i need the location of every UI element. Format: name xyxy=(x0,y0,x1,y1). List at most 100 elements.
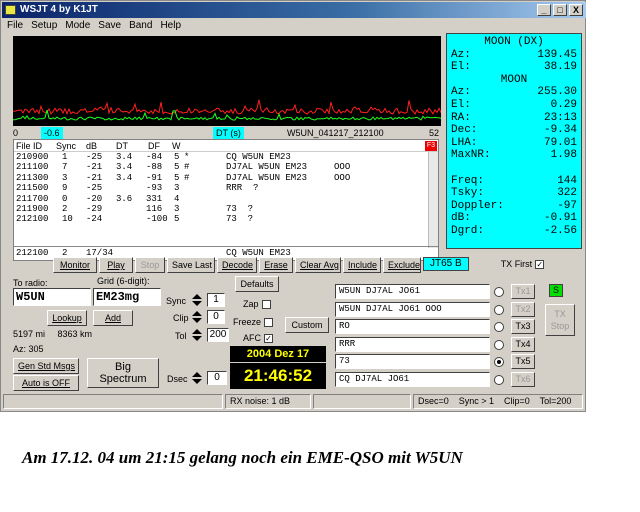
cell-df: -91 xyxy=(146,172,163,183)
tx-radio[interactable] xyxy=(494,357,504,368)
status-params: Dsec=0 Sync > 1 Clip=0 Tol=200 xyxy=(413,394,583,409)
sync-input[interactable]: 1 xyxy=(207,293,225,307)
tx-first-toggle[interactable]: TX First ✓ xyxy=(501,257,545,273)
menu-setup[interactable]: Setup xyxy=(31,19,57,33)
afc-checkbox[interactable]: ✓ xyxy=(264,334,273,344)
zap-toggle[interactable]: Zap xyxy=(243,299,271,310)
tx-message-input[interactable]: CQ DJ7AL JO61 xyxy=(335,372,490,387)
custom-button[interactable]: Custom xyxy=(285,317,329,333)
tx-message-input[interactable]: RRR xyxy=(335,336,490,352)
include-button[interactable]: Include xyxy=(343,257,381,273)
tol-spin-icon[interactable] xyxy=(190,328,204,342)
tx-radio[interactable] xyxy=(494,304,504,315)
distance: 5197 mi 8363 km xyxy=(13,329,93,339)
table-row[interactable]: 211700 0 -20 3.6 331 4 xyxy=(14,194,438,204)
play-button[interactable]: Play xyxy=(99,257,133,273)
erase-button[interactable]: Erase xyxy=(259,257,293,273)
exclude-button[interactable]: Exclude xyxy=(383,257,421,273)
tx-radio[interactable] xyxy=(494,339,504,350)
azimuth: Az: 305 xyxy=(13,344,44,354)
menu-mode[interactable]: Mode xyxy=(65,19,90,33)
close-button[interactable]: X xyxy=(569,4,583,16)
moon-key: Doppler: xyxy=(451,199,504,212)
stop-button[interactable]: Stop xyxy=(135,257,165,273)
cell-text: CQ W5UN EM23 xyxy=(226,152,291,162)
afc-toggle[interactable]: AFC ✓ xyxy=(243,333,273,344)
menu-save[interactable]: Save xyxy=(98,19,121,33)
tol-label: Tol xyxy=(175,331,187,341)
menu-band[interactable]: Band xyxy=(129,19,152,33)
tx-radio[interactable] xyxy=(494,375,504,385)
cell-text: RRR ? xyxy=(226,183,259,194)
freeze-checkbox[interactable] xyxy=(264,318,274,328)
tx-stop-button[interactable]: TX Stop xyxy=(545,304,575,336)
cell-sync: 10 xyxy=(62,214,73,225)
tx-button[interactable]: Tx2 xyxy=(511,301,535,317)
cell-id: 211500 xyxy=(16,183,49,194)
tx-first-checkbox[interactable]: ✓ xyxy=(535,260,545,270)
menu-file[interactable]: File xyxy=(7,19,23,33)
dsec-input[interactable]: 0 xyxy=(207,371,227,385)
tx-button[interactable]: Tx3 xyxy=(511,319,535,335)
moon-row: Az: 139.45 xyxy=(451,49,577,62)
moon-key: RA: xyxy=(451,111,471,124)
save-last-button[interactable]: Save Last xyxy=(167,257,215,273)
clip-input[interactable]: 0 xyxy=(207,310,225,324)
menu-help[interactable]: Help xyxy=(160,19,181,33)
status-rx-noise: RX noise: 1 dB xyxy=(225,394,311,409)
lookup-button[interactable]: Lookup xyxy=(47,310,87,326)
defaults-button[interactable]: Defaults xyxy=(235,276,279,292)
header-sync: Sync xyxy=(56,141,77,151)
tol-input[interactable]: 200 xyxy=(207,328,229,342)
table-row[interactable]: 211500 9 -25 -93 3 RRR ? xyxy=(14,183,438,193)
sync-spin-icon[interactable] xyxy=(190,293,204,307)
call-input[interactable]: W5UN xyxy=(13,288,91,306)
table-row[interactable]: 211300 3 -21 3.4 -91 5 # DJ7AL W5UN EM23 OOO xyxy=(14,173,438,183)
cell-id: 211900 xyxy=(16,203,49,214)
moon-row: Doppler: -97 xyxy=(451,200,577,213)
clip-spin-icon[interactable] xyxy=(190,310,204,324)
freeze-toggle[interactable]: Freeze xyxy=(233,317,274,328)
grid-input[interactable]: EM23mg xyxy=(93,288,161,306)
tx-message-input[interactable]: W5UN DJ7AL JO61 xyxy=(335,284,490,299)
decode-button[interactable]: Decode xyxy=(217,257,257,273)
moon-dx-title: MOON (DX) xyxy=(484,36,544,48)
moon-value: -97 xyxy=(557,199,577,212)
moon-key: Dgrd: xyxy=(451,224,485,237)
big-spectrum-label-2: Spectrum xyxy=(99,373,147,385)
tx-button[interactable]: Tx6 xyxy=(511,372,535,387)
moon-key: Tsky: xyxy=(451,187,485,200)
tx-button[interactable]: Tx5 xyxy=(511,354,535,370)
tx-message-input[interactable]: W5UN DJ7AL JO61 OOO xyxy=(335,301,490,317)
auto-button[interactable]: Auto is OFF xyxy=(13,375,79,391)
add-button[interactable]: Add xyxy=(93,310,133,326)
file-name: W5UN_041217_212100 xyxy=(287,128,384,138)
dsec-spin-icon[interactable] xyxy=(190,371,204,385)
moon-value: 255.30 xyxy=(537,86,577,99)
zap-checkbox[interactable] xyxy=(261,300,271,310)
clear-avg-button[interactable]: Clear Avg xyxy=(295,257,341,273)
table-row[interactable]: 210900 1 -25 3.4 -84 5 * CQ W5UN EM23 xyxy=(14,152,438,162)
tx-message-input[interactable]: RO xyxy=(335,319,490,335)
table-row[interactable]: 211900 2 -29 116 3 73 ? xyxy=(14,204,438,214)
big-spectrum-button[interactable]: Big Spectrum xyxy=(87,358,159,388)
tx-message-input[interactable]: 73 xyxy=(335,354,490,370)
spectrum-display[interactable] xyxy=(13,36,441,126)
tx-radio[interactable] xyxy=(494,322,504,333)
cell-id: 211300 xyxy=(16,172,49,183)
moon-row: RA: 23:13 xyxy=(451,112,577,125)
decode-list[interactable]: File ID Sync dB DT DF W F3 210900 1 -25 3.4… xyxy=(13,139,439,261)
tx-radio[interactable] xyxy=(494,287,504,297)
monitor-button[interactable]: Monitor xyxy=(53,257,97,273)
gen-std-msgs-button[interactable]: Gen Std Msgs xyxy=(13,358,79,374)
minimize-button[interactable]: _ xyxy=(537,4,551,16)
table-row[interactable]: 211100 7 -21 3.4 -88 5 # DJ7AL W5UN EM23 OOO xyxy=(14,162,438,172)
tx-button[interactable]: Tx1 xyxy=(511,284,535,299)
title-bar[interactable]: WSJT 4 by K1JT _ □ X xyxy=(2,2,586,18)
maximize-button[interactable]: □ xyxy=(553,4,567,16)
table-row[interactable]: 212100 10 -24 -100 5 73 ? xyxy=(14,214,438,224)
list-scrollbar[interactable] xyxy=(428,152,438,248)
cell-w: 3 xyxy=(174,203,180,214)
tx-button[interactable]: Tx4 xyxy=(511,336,535,352)
cell-sync: 9 xyxy=(62,183,68,194)
